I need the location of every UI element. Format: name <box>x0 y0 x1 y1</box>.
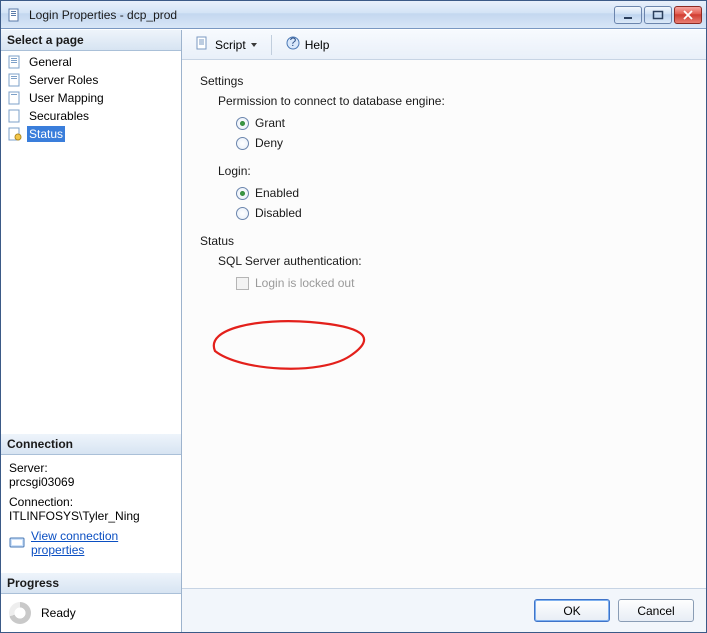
page-icon <box>7 54 23 70</box>
radio-icon <box>236 187 249 200</box>
permission-label: Permission to connect to database engine… <box>218 94 688 108</box>
page-list: General Server Roles User Mapping <box>1 51 181 145</box>
login-enabled-radio[interactable]: Enabled <box>236 186 688 200</box>
connection-props-icon <box>9 534 25 553</box>
login-locked-out-checkbox: Login is locked out <box>236 276 688 290</box>
radio-label: Grant <box>255 116 285 130</box>
script-icon <box>195 35 211 54</box>
radio-label: Disabled <box>255 206 302 220</box>
page-icon <box>7 72 23 88</box>
connection-value: ITLINFOSYS\Tyler_Ning <box>9 509 173 523</box>
titlebar: Login Properties - dcp_prod <box>1 1 706 29</box>
sql-auth-label: SQL Server authentication: <box>218 254 688 268</box>
svg-text:?: ? <box>289 35 296 49</box>
chevron-down-icon <box>250 38 258 52</box>
ok-button[interactable]: OK <box>534 599 610 622</box>
sidebar-item-label: User Mapping <box>27 90 106 106</box>
radio-label: Deny <box>255 136 283 150</box>
sidebar: Select a page General Server Roles <box>1 30 182 632</box>
sidebar-item-user-mapping[interactable]: User Mapping <box>1 89 181 107</box>
window-buttons <box>614 6 702 24</box>
window-title: Login Properties - dcp_prod <box>29 8 614 22</box>
script-button[interactable]: Script <box>190 32 263 57</box>
help-label: Help <box>305 38 330 52</box>
progress-spinner-icon <box>9 602 31 624</box>
status-page-content: Settings Permission to connect to databa… <box>182 60 706 588</box>
sidebar-item-securables[interactable]: Securables <box>1 107 181 125</box>
app-icon <box>7 7 23 23</box>
cancel-button[interactable]: Cancel <box>618 599 694 622</box>
sidebar-item-label: Securables <box>27 108 91 124</box>
progress-header: Progress <box>1 573 181 594</box>
progress-panel: Ready <box>1 594 181 632</box>
status-heading: Status <box>200 234 688 248</box>
help-button[interactable]: ? Help <box>280 32 335 57</box>
close-button[interactable] <box>674 6 702 24</box>
progress-status: Ready <box>41 606 76 620</box>
server-label: Server: <box>9 461 173 475</box>
toolbar-separator <box>271 35 272 55</box>
connection-header: Connection <box>1 434 181 455</box>
sidebar-item-label: General <box>27 54 74 70</box>
login-disabled-radio[interactable]: Disabled <box>236 206 688 220</box>
sidebar-item-label: Status <box>27 126 65 142</box>
permission-deny-radio[interactable]: Deny <box>236 136 688 150</box>
page-icon <box>7 90 23 106</box>
server-value: prcsgi03069 <box>9 475 173 489</box>
login-properties-window: Login Properties - dcp_prod Select a pag… <box>0 0 707 633</box>
radio-icon <box>236 137 249 150</box>
connection-label: Connection: <box>9 495 173 509</box>
script-label: Script <box>215 38 246 52</box>
sidebar-item-status[interactable]: Status <box>1 125 181 143</box>
radio-icon <box>236 207 249 220</box>
help-icon: ? <box>285 35 301 54</box>
select-page-header: Select a page <box>1 30 181 51</box>
permission-grant-radio[interactable]: Grant <box>236 116 688 130</box>
sidebar-item-general[interactable]: General <box>1 53 181 71</box>
page-icon <box>7 108 23 124</box>
sidebar-item-server-roles[interactable]: Server Roles <box>1 71 181 89</box>
view-connection-properties-link[interactable]: View connection properties <box>31 529 173 557</box>
main-panel: Script ? Help Settings Permission to con… <box>182 30 706 632</box>
toolbar: Script ? Help <box>182 30 706 60</box>
sidebar-item-label: Server Roles <box>27 72 100 88</box>
radio-icon <box>236 117 249 130</box>
maximize-button[interactable] <box>644 6 672 24</box>
dialog-footer: OK Cancel <box>182 588 706 632</box>
login-label: Login: <box>218 164 688 178</box>
radio-label: Enabled <box>255 186 299 200</box>
checkbox-label: Login is locked out <box>255 276 354 290</box>
settings-heading: Settings <box>200 74 688 88</box>
checkbox-icon <box>236 277 249 290</box>
annotation-circle <box>200 316 400 376</box>
page-icon <box>7 126 23 142</box>
connection-panel: Server: prcsgi03069 Connection: ITLINFOS… <box>1 455 181 573</box>
minimize-button[interactable] <box>614 6 642 24</box>
